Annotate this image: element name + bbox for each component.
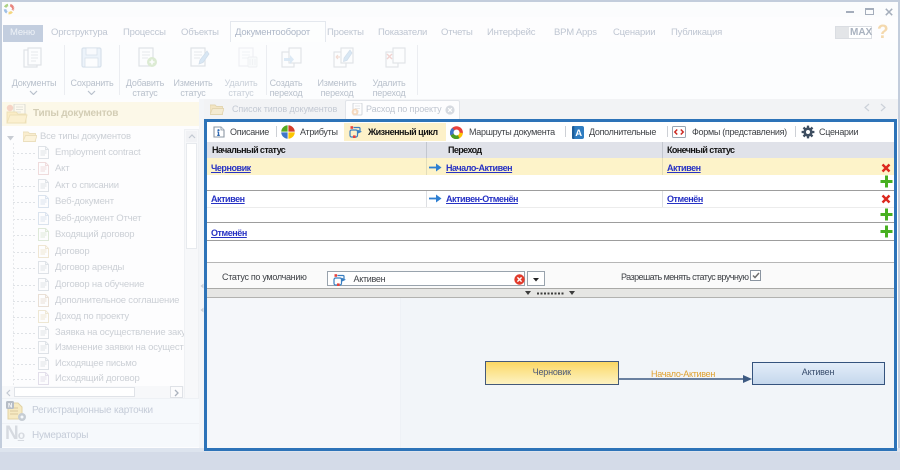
- svg-text:N: N: [8, 404, 12, 410]
- svg-text:A: A: [575, 128, 582, 139]
